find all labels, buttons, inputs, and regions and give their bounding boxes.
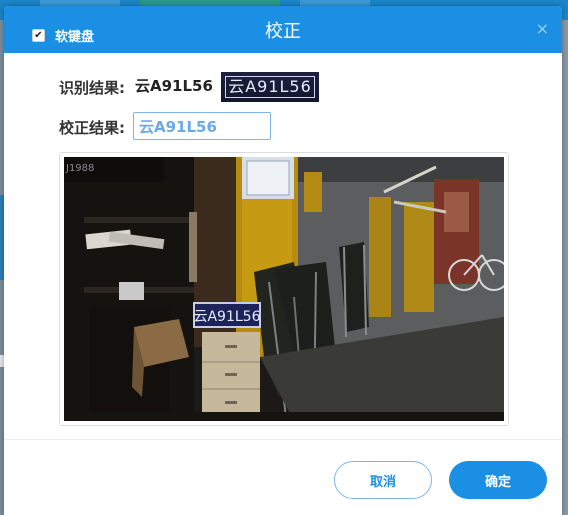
recognition-result-label: 识别结果:	[59, 79, 125, 97]
dialog-title: 校正	[265, 21, 301, 42]
dialog-header: ✔ 软键盘 校正 ×	[4, 6, 562, 53]
plate-thumbnail-text: 云A91L56	[225, 76, 315, 98]
photo-wall-number: J1988	[65, 163, 94, 174]
correction-dialog: ✔ 软键盘 校正 × 识别结果: 云A91L56 云A91L56 校正结果: 云…	[4, 6, 562, 515]
plate-thumbnail-image: 云A91L56	[221, 72, 319, 102]
cancel-button[interactable]: 取消	[334, 461, 432, 499]
photo-plate-text: 云A91L56	[193, 309, 260, 325]
footer-divider	[4, 439, 562, 440]
capture-photo-image: 云A91L56 J1988	[64, 157, 504, 421]
confirm-button[interactable]: 确定	[449, 461, 547, 499]
close-icon[interactable]: ×	[536, 19, 549, 38]
capture-image-frame: 云A91L56 J1988	[59, 152, 509, 426]
correction-result-label: 校正结果:	[59, 119, 125, 137]
recognition-result-value: 云A91L56	[135, 77, 213, 95]
correction-result-input[interactable]	[133, 112, 271, 140]
